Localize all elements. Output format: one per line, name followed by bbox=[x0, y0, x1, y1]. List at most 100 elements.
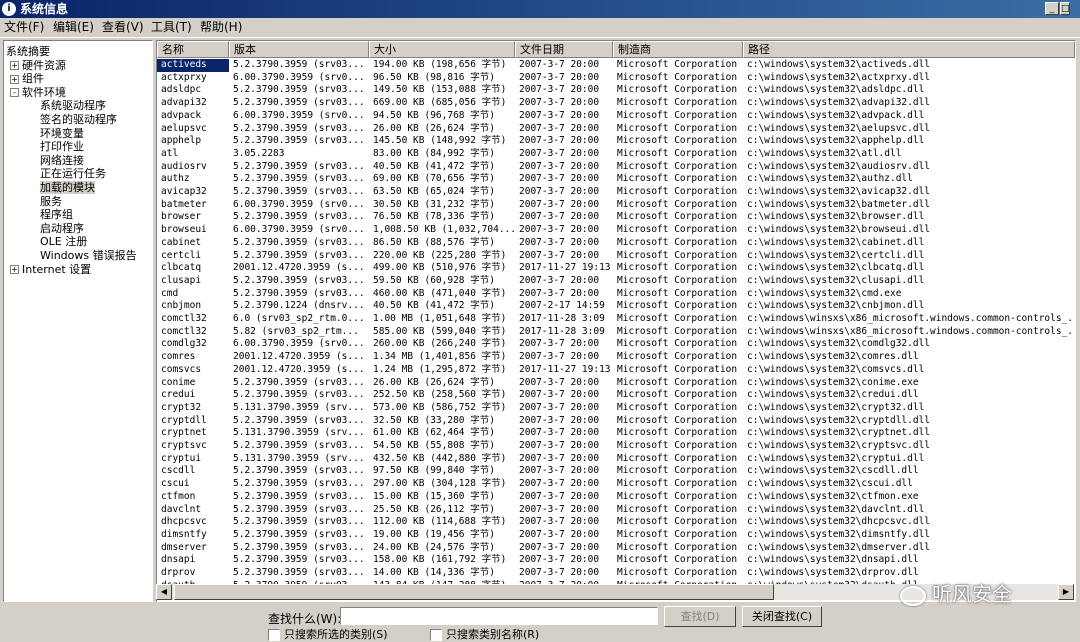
tree-item[interactable]: 服务 bbox=[40, 195, 62, 208]
column-header-path[interactable]: 路径 bbox=[743, 41, 1075, 58]
menu-file[interactable]: 文件(F) bbox=[4, 20, 44, 35]
table-cell: 2007-3-7 20:00 bbox=[519, 84, 600, 96]
table-cell: 2007-3-7 20:00 bbox=[519, 338, 600, 350]
scroll-left-icon[interactable]: ◀ bbox=[156, 584, 172, 600]
table-row[interactable]: dhcpcsvc 5.2.3790.3959 (srv03... 112.00 KB… bbox=[157, 516, 1075, 529]
table-row[interactable]: authz 5.2.3790.3959 (srv03... 69.00 KB (70… bbox=[157, 173, 1075, 186]
table-cell: c:\windows\system32\advpack.dll bbox=[747, 109, 925, 121]
table-row[interactable]: browseui 6.00.3790.3959 (srv0... 1,008.50 … bbox=[157, 224, 1075, 237]
table-row[interactable]: comdlg32 6.00.3790.3959 (srv0... 260.00 KB… bbox=[157, 338, 1075, 351]
table-row[interactable]: browser 5.2.3790.3959 (srv03... 76.50 KB (… bbox=[157, 211, 1075, 224]
tree-item[interactable]: 程序组 bbox=[40, 208, 73, 221]
menu-edit[interactable]: 编辑(E) bbox=[53, 20, 94, 35]
expand-icon[interactable]: + bbox=[10, 265, 19, 275]
table-row[interactable]: ctfmon 5.2.3790.3959 (srv03... 15.00 KB (1… bbox=[157, 491, 1075, 504]
table-row[interactable]: cnbjmon 5.2.3790.1224 (dnsrv... 40.50 KB (… bbox=[157, 300, 1075, 313]
table-row[interactable]: clbcatq 2001.12.4720.3959 (s... 499.00 KB … bbox=[157, 262, 1075, 275]
table-row[interactable]: dmserver 5.2.3790.3959 (srv03... 24.00 KB … bbox=[157, 542, 1075, 555]
column-header-date[interactable]: 文件日期 bbox=[515, 41, 613, 58]
table-row[interactable]: batmeter 6.00.3790.3959 (srv0... 30.50 KB … bbox=[157, 199, 1075, 212]
table-cell: c:\windows\system32\advapi32.dll bbox=[747, 97, 931, 109]
tree-item[interactable]: + Internet 设置 bbox=[10, 263, 91, 276]
expand-icon[interactable]: + bbox=[10, 61, 19, 71]
table-row[interactable]: dnsapi 5.2.3790.3959 (srv03... 158.00 KB (… bbox=[157, 554, 1075, 567]
table-row[interactable]: advpack 6.00.3790.3959 (srv0... 94.50 KB (… bbox=[157, 110, 1075, 123]
table-cell: 5.2.3790.3959 (srv03... bbox=[233, 236, 365, 248]
table-row[interactable]: actxprxy 6.00.3790.3959 (srv0... 96.50 KB … bbox=[157, 72, 1075, 85]
table-row[interactable]: davclnt 5.2.3790.3959 (srv03... 25.50 KB (… bbox=[157, 504, 1075, 517]
table-cell: 2007-3-7 20:00 bbox=[519, 351, 600, 363]
table-row[interactable]: cryptnet 5.131.3790.3959 (srv... 61.00 KB … bbox=[157, 427, 1075, 440]
table-row[interactable]: aelupsvc 5.2.3790.3959 (srv03... 26.00 KB … bbox=[157, 123, 1075, 136]
table-row[interactable]: atl 3.05.2283 83.00 KB (84,992 字节) 2007-3-7… bbox=[157, 148, 1075, 161]
scroll-thumb[interactable] bbox=[174, 584, 774, 600]
table-row[interactable]: clusapi 5.2.3790.3959 (srv03... 59.50 KB (… bbox=[157, 275, 1075, 288]
table-row[interactable]: certcli 5.2.3790.3959 (srv03... 220.00 KB … bbox=[157, 250, 1075, 263]
table-row[interactable]: comctl32 5.82 (srv03_sp2_rtm... 585.00 KB … bbox=[157, 326, 1075, 339]
tree-item[interactable]: 系统驱动程序 bbox=[40, 99, 106, 112]
find-button[interactable]: 查找(D) bbox=[664, 606, 736, 627]
table-row[interactable]: cryptsvc 5.2.3790.3959 (srv03... 54.50 KB … bbox=[157, 440, 1075, 453]
table-row[interactable]: cryptui 5.131.3790.3959 (srv... 432.50 KB … bbox=[157, 453, 1075, 466]
table-cell: Microsoft Corporation bbox=[617, 338, 738, 350]
table-cell: c:\windows\system32\cscui.dll bbox=[747, 478, 913, 490]
table-row[interactable]: conime 5.2.3790.3959 (srv03... 26.00 KB (2… bbox=[157, 377, 1075, 390]
column-header-version[interactable]: 版本 bbox=[229, 41, 369, 58]
table-row[interactable]: crypt32 5.131.3790.3959 (srv... 573.00 KB … bbox=[157, 402, 1075, 415]
search-category-names-checkbox[interactable]: 只搜索类别名称(R) bbox=[430, 628, 539, 641]
table-cell: Microsoft Corporation bbox=[617, 389, 738, 401]
table-row[interactable]: activeds 5.2.3790.3959 (srv03... 194.00 KB… bbox=[157, 59, 1075, 72]
maximize-button[interactable]: □ bbox=[1060, 2, 1070, 15]
column-header-manufacturer[interactable]: 制造商 bbox=[613, 41, 743, 58]
table-row[interactable]: cabinet 5.2.3790.3959 (srv03... 86.50 KB (… bbox=[157, 237, 1075, 250]
table-cell: 5.2.3790.3959 (srv03... bbox=[233, 414, 365, 426]
table-row[interactable]: audiosrv 5.2.3790.3959 (srv03... 40.50 KB … bbox=[157, 161, 1075, 174]
tree-item[interactable]: 打印作业 bbox=[40, 140, 84, 153]
tree-item[interactable]: OLE 注册 bbox=[40, 235, 87, 248]
expand-icon[interactable]: + bbox=[10, 74, 19, 84]
tree-item[interactable]: Windows 错误报告 bbox=[40, 249, 137, 262]
table-row[interactable]: cscdll 5.2.3790.3959 (srv03... 97.50 KB (9… bbox=[157, 465, 1075, 478]
table-row[interactable]: adsldpc 5.2.3790.3959 (srv03... 149.50 KB … bbox=[157, 84, 1075, 97]
table-cell: 2007-3-7 20:00 bbox=[519, 427, 600, 439]
menu-tools[interactable]: 工具(T) bbox=[151, 20, 192, 35]
minimize-button[interactable]: _ bbox=[1045, 2, 1059, 15]
find-input[interactable] bbox=[340, 607, 658, 625]
table-row[interactable]: comres 2001.12.4720.3959 (s... 1.34 MB (1,… bbox=[157, 351, 1075, 364]
table-cell: 2007-3-7 20:00 bbox=[519, 567, 600, 578]
collapse-icon[interactable]: - bbox=[10, 88, 19, 98]
tree-item[interactable]: + 硬件资源 bbox=[10, 59, 66, 72]
table-row[interactable]: cmd 5.2.3790.3959 (srv03... 460.00 KB (471… bbox=[157, 288, 1075, 301]
search-selected-category-checkbox[interactable]: 只搜索所选的类别(S) bbox=[268, 628, 388, 641]
table-row[interactable]: comsvcs 2001.12.4720.3959 (s... 1.24 MB (1… bbox=[157, 364, 1075, 377]
table-cell: Microsoft Corporation bbox=[617, 490, 738, 502]
tree-item[interactable]: + 组件 bbox=[10, 72, 44, 85]
tree-item[interactable]: 正在运行任务 bbox=[40, 167, 106, 180]
tree-item[interactable]: 签名的驱动程序 bbox=[40, 113, 117, 126]
column-header-name[interactable]: 名称 bbox=[157, 41, 229, 58]
tree-item[interactable]: 系统摘要 bbox=[6, 45, 50, 58]
table-row[interactable]: drprov 5.2.3790.3959 (srv03... 14.00 KB (1… bbox=[157, 567, 1075, 580]
table-row[interactable]: advapi32 5.2.3790.3959 (srv03... 669.00 KB… bbox=[157, 97, 1075, 110]
table-row[interactable]: cscui 5.2.3790.3959 (srv03... 297.00 KB (3… bbox=[157, 478, 1075, 491]
close-find-button[interactable]: 关闭查找(C) bbox=[742, 606, 822, 627]
table-row[interactable]: comctl32 6.0 (srv03_sp2_rtm.0... 1.00 MB (… bbox=[157, 313, 1075, 326]
table-row[interactable]: dimsntfy 5.2.3790.3959 (srv03... 19.00 KB … bbox=[157, 529, 1075, 542]
tree-item[interactable]: 加载的模块 bbox=[40, 181, 95, 194]
category-tree[interactable]: 系统摘要 + 硬件资源 + 组件 - 软件环境 系统驱动程序 签名的驱动程序 环境变量 打印作业 网络… bbox=[3, 40, 153, 602]
table-row[interactable]: credui 5.2.3790.3959 (srv03... 252.50 KB (… bbox=[157, 389, 1075, 402]
menu-help[interactable]: 帮助(H) bbox=[200, 20, 242, 35]
tree-item[interactable]: 环境变量 bbox=[40, 127, 84, 140]
table-cell: 5.2.3790.1224 (dnsrv... bbox=[233, 300, 365, 312]
table-row[interactable]: cryptdll 5.2.3790.3959 (srv03... 32.50 KB … bbox=[157, 415, 1075, 428]
tree-item[interactable]: - 软件环境 bbox=[10, 86, 66, 99]
tree-item[interactable]: 启动程序 bbox=[40, 222, 84, 235]
table-cell: 30.50 KB (31,232 字节) bbox=[373, 198, 495, 210]
table-row[interactable]: avicap32 5.2.3790.3959 (srv03... 63.50 KB … bbox=[157, 186, 1075, 199]
column-header-size[interactable]: 大小 bbox=[369, 41, 515, 58]
tree-item[interactable]: 网络连接 bbox=[40, 154, 84, 167]
table-cell: 2007-3-7 20:00 bbox=[519, 452, 600, 464]
menu-view[interactable]: 查看(V) bbox=[102, 20, 144, 35]
table-row[interactable]: apphelp 5.2.3790.3959 (srv03... 145.50 KB … bbox=[157, 135, 1075, 148]
table-cell: clbcatq bbox=[161, 262, 202, 274]
